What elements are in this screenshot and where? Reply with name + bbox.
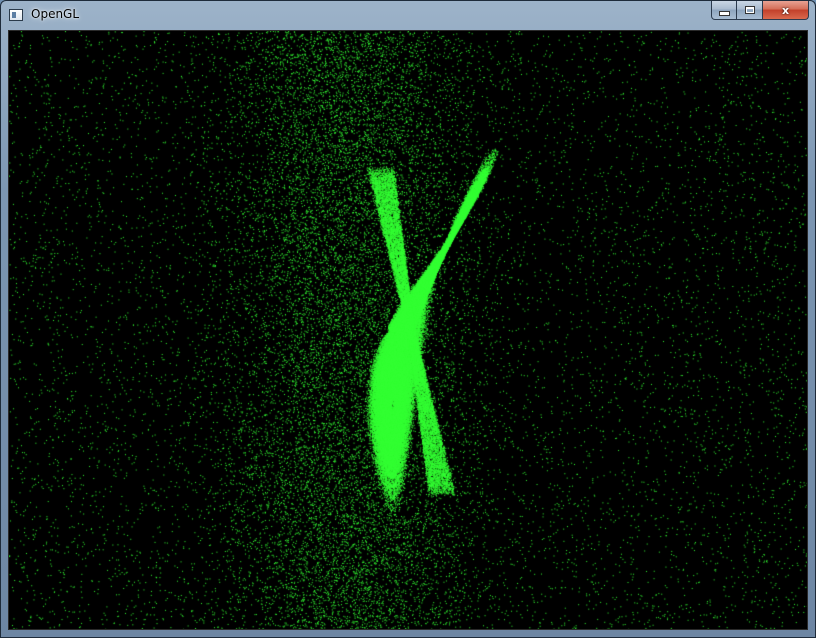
app-window-icon[interactable] — [9, 9, 23, 21]
attractor-canvas[interactable] — [9, 31, 807, 629]
minimize-button[interactable] — [711, 1, 737, 20]
close-icon: x — [781, 3, 790, 17]
maximize-button[interactable] — [737, 1, 763, 20]
window-title: OpenGL — [31, 7, 80, 21]
opengl-viewport[interactable] — [8, 30, 808, 630]
maximize-icon — [744, 6, 755, 14]
window-controls: x — [711, 1, 809, 21]
minimize-icon — [718, 10, 730, 16]
close-button[interactable]: x — [763, 1, 809, 20]
opengl-window: OpenGL x — [0, 0, 816, 638]
title-bar[interactable]: OpenGL x — [1, 1, 815, 29]
